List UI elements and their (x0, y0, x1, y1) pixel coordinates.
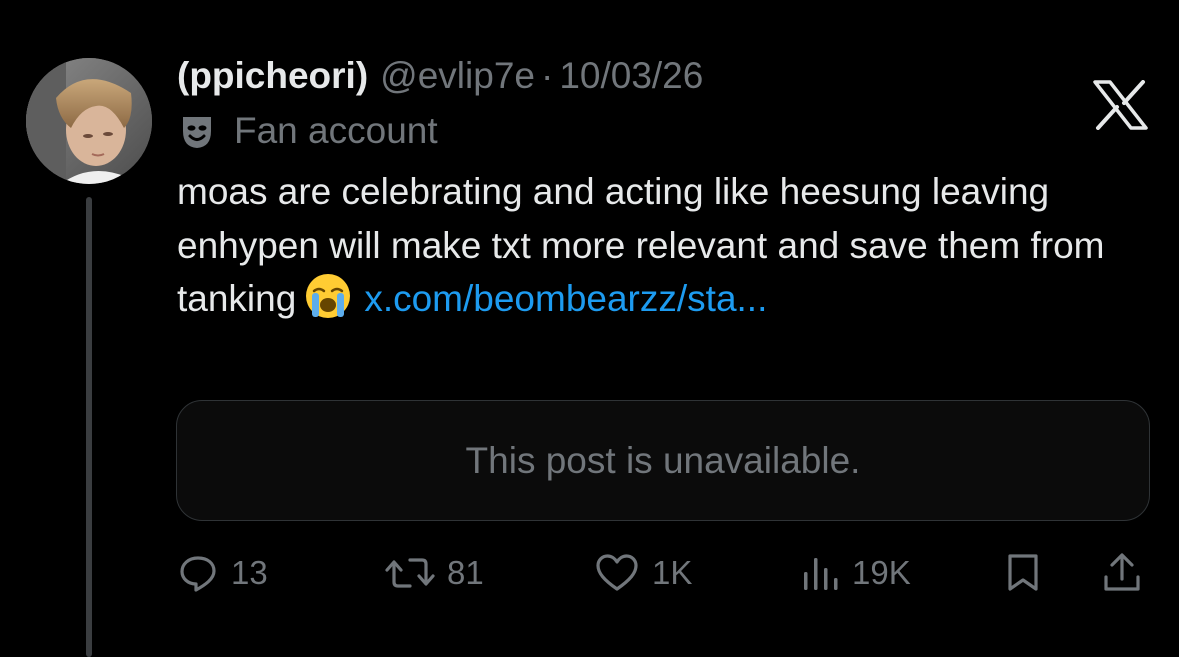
like-icon (596, 554, 638, 591)
bookmark-icon (1008, 554, 1038, 591)
post-link[interactable]: x.com/beombearzz/sta... (364, 278, 767, 319)
repost-icon (385, 558, 435, 588)
account-label: Fan account (177, 110, 438, 152)
avatar-photo (26, 58, 152, 184)
share-button[interactable] (1100, 545, 1144, 601)
post-text: moas are celebrating and acting like hee… (177, 165, 1137, 326)
views-count: 19K (852, 554, 911, 591)
post-header: (ppicheori) @evlip7e · 10/03/26 (177, 55, 703, 99)
loudly-crying-face-icon (306, 274, 351, 318)
separator-dot: · (540, 55, 554, 96)
like-count: 1K (652, 554, 693, 591)
x-logo-icon[interactable] (1093, 80, 1148, 130)
views-icon (804, 558, 838, 590)
avatar[interactable] (26, 58, 152, 184)
action-bar: 13 81 1K 19K (0, 545, 1179, 601)
bookmark-button[interactable] (1003, 545, 1043, 601)
repost-count: 81 (447, 554, 484, 591)
reply-icon (180, 556, 216, 592)
display-name[interactable]: (ppicheori) (177, 55, 368, 97)
views-button[interactable]: 19K (800, 545, 911, 601)
post-date[interactable]: 10/03/26 (559, 55, 703, 97)
reply-count: 13 (231, 554, 268, 591)
repost-button[interactable]: 81 (383, 545, 484, 601)
quoted-post-card[interactable]: This post is unavailable. (176, 400, 1150, 521)
share-icon (1104, 553, 1140, 591)
mask-icon (183, 117, 211, 148)
unavailable-post-text: This post is unavailable. (465, 439, 861, 481)
account-label-text: Fan account (234, 110, 438, 151)
reply-button[interactable]: 13 (177, 545, 268, 601)
user-handle[interactable]: @evlip7e (380, 55, 535, 97)
like-button[interactable]: 1K (594, 545, 692, 601)
